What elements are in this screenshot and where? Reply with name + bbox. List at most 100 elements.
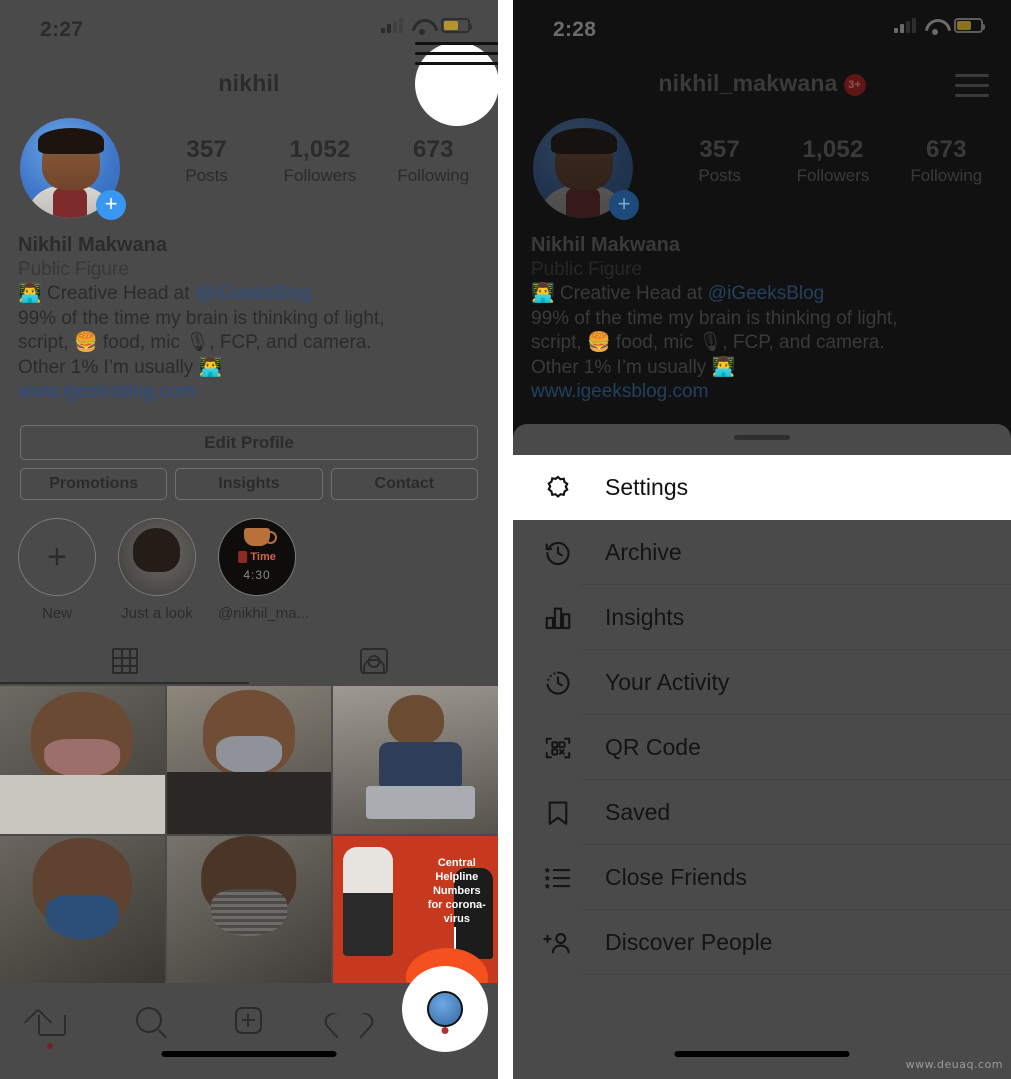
insights-button[interactable]: Insights [175,468,323,500]
post-thumbnail[interactable]: Central Helpline Numbers for corona-virus [333,835,498,983]
menu-item-label: Discover People [605,929,773,955]
stats-row: 357 Posts 1,052 Followers 673 Following [150,136,490,186]
post-thumbnail[interactable] [166,686,332,834]
menu-item-archive[interactable]: Archive [513,520,1011,585]
profile-summary-left: + 357 Posts 1,052 Followers 673 Followin… [0,118,498,220]
grid-icon [111,648,138,674]
status-badge: 3+ [843,73,866,96]
highlight-just-a-look[interactable]: Just a look [118,518,196,622]
menu-item-close-friends[interactable]: Close Friends [513,845,1011,910]
nav-home[interactable] [0,997,100,1049]
menu-item-label: Saved [605,799,671,825]
plus-square-icon [235,1006,263,1034]
nav-activity[interactable] [299,997,399,1043]
grid-tab[interactable] [0,638,249,684]
highlight-caption: Just a look [121,605,193,622]
spotlight-hamburger-inner[interactable] [415,42,498,126]
promotions-button[interactable]: Promotions [20,468,168,500]
contact-button[interactable]: Contact [330,468,478,500]
menu-item-discover-people[interactable]: Discover People [513,910,1011,975]
post-thumbnail[interactable] [166,835,332,983]
bio-line-4: Other 1% I’m usually 👨‍💻 [531,356,736,378]
battery-icon [954,18,985,33]
bio-text: 👨‍💻 Creative Head at [18,283,195,304]
add-person-icon [541,926,575,960]
username-text: nikhil_makwana [658,70,838,96]
heart-icon [334,1007,364,1034]
home-indicator [674,1051,850,1057]
bio-line-1: 👨‍💻 Creative Head at @iGeeksBlog [18,282,484,307]
status-time: 2:27 [40,18,84,41]
new-highlight-ring[interactable]: + [18,518,96,596]
wifi-icon [925,18,945,35]
tagged-tab[interactable] [249,638,498,684]
menu-item-insights[interactable]: Insights [513,585,1011,650]
display-name: Nikhil Makwana [18,234,167,256]
website-link[interactable]: www.igeeksblog.com [18,381,195,402]
profile-avatar-icon[interactable] [427,991,463,1027]
spotlight-hamburger[interactable] [415,42,498,126]
highlight-overlay-text: Time [238,551,276,563]
bio-text: 👨‍💻 Creative Head at [531,283,708,304]
menu-item-your-activity[interactable]: Your Activity [513,650,1011,715]
highlight-caption: New [41,605,72,622]
highlight-nikhil-ma[interactable]: Time 4:30 @nikhil_ma... [218,518,309,622]
add-story-icon[interactable]: + [96,190,126,220]
menu-item-saved[interactable]: Saved [513,780,1011,845]
stat-value: 357 [186,136,227,163]
highlight-cover[interactable]: Time 4:30 [218,518,296,596]
status-indicators [894,18,985,35]
spotlight-avatar-inner[interactable] [402,966,488,1052]
website-link[interactable]: www.igeeksblog.com [531,381,708,402]
hamburger-menu-icon[interactable] [955,74,989,98]
drag-handle[interactable] [734,435,790,440]
bio-line-3: script, 🍔 food, mic 🎙, FCP, and camera. [531,332,885,353]
plus-icon: + [47,538,67,576]
spotlight-profile-avatar[interactable] [402,966,488,1052]
post-thumbnail[interactable] [0,686,165,834]
status-indicators [381,18,472,35]
add-story-icon[interactable]: + [609,190,639,220]
category-label: Public Figure [531,258,642,280]
wifi-icon [412,18,432,35]
menu-item-settings[interactable]: Settings [513,455,1011,520]
bio-block-right: Nikhil Makwana Public Figure 👨‍💻 Creativ… [531,233,997,406]
post-grid: Central Helpline Numbers for corona-virus [0,686,498,983]
hamburger-menu-icon[interactable] [415,42,498,96]
helpline-graphic: Central Helpline Numbers for corona-virus [333,835,498,983]
mention-link[interactable]: @iGeeksBlog [195,283,311,304]
stat-followers[interactable]: 1,052 Followers [776,136,889,186]
stat-value: 1,052 [802,136,864,163]
right-phone-screen: 2:28 nikhil_makwana 3+ + 357 Posts 1,052… [513,0,1011,1079]
bio-line-3: script, 🍔 food, mic 🎙, FCP, and camera. [18,332,372,353]
nav-create[interactable] [199,997,299,1043]
nav-search[interactable] [100,997,200,1043]
stat-followers[interactable]: 1,052 Followers [263,136,376,186]
bio-line-1: 👨‍💻 Creative Head at @iGeeksBlog [531,282,997,307]
search-icon [136,1007,163,1033]
highlight-cover[interactable] [118,518,196,596]
edit-profile-button[interactable]: Edit Profile [20,425,478,460]
post-thumbnail[interactable] [0,835,165,983]
stat-following[interactable]: 673 Following [890,136,1003,186]
home-icon [34,1006,66,1036]
stat-posts[interactable]: 357 Posts [150,136,263,186]
menu-item-qr-code[interactable]: QR Code [513,715,1011,780]
qr-code-icon [541,731,575,765]
bio-line-2: 99% of the time my brain is thinking of … [18,307,385,329]
highlight-overlay-number: 4:30 [243,568,271,582]
profile-tabs [0,638,498,684]
menu-item-label: Settings [605,474,689,500]
category-label: Public Figure [18,258,129,280]
notification-dot [441,1027,449,1034]
mention-link[interactable]: @iGeeksBlog [708,283,824,304]
stat-following[interactable]: 673 Following [377,136,490,186]
bookmark-icon [541,796,575,830]
highlight-new[interactable]: + New [18,518,96,622]
stat-label: Posts [698,166,741,185]
post-thumbnail[interactable] [333,686,498,834]
bio-block-left: Nikhil Makwana Public Figure 👨‍💻 Creativ… [18,233,484,406]
home-indicator [161,1051,337,1057]
stat-posts[interactable]: 357 Posts [663,136,776,186]
stat-label: Followers [283,166,357,185]
